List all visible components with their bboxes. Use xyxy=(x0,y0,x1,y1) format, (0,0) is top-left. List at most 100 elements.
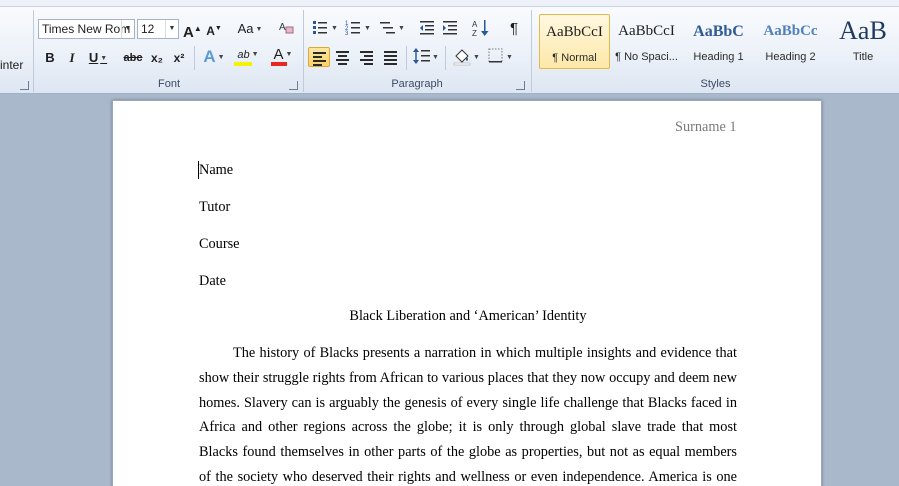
document-title[interactable]: Black Liberation and ‘American’ Identity xyxy=(113,308,823,325)
styles-group-label: Styles xyxy=(700,78,731,90)
italic-button[interactable]: I xyxy=(62,47,82,69)
font-name-combo[interactable]: Times New Rom ▼ xyxy=(38,19,135,39)
subscript-button[interactable]: x₂ xyxy=(147,47,167,69)
align-center-button[interactable] xyxy=(332,47,354,67)
paragraph-line[interactable]: Africa and other regions across the glob… xyxy=(199,419,737,436)
style-title[interactable]: AaB Title xyxy=(827,14,899,69)
shading-button[interactable]: ▼ xyxy=(452,46,482,68)
sort-icon: AZ xyxy=(472,20,489,38)
clear-formatting-button[interactable]: A xyxy=(275,18,297,40)
svg-text:A: A xyxy=(279,22,286,33)
strikethrough-button[interactable]: abc xyxy=(121,47,145,69)
font-color-bar xyxy=(271,62,287,66)
paragraph-line[interactable]: show their struggle rights from African … xyxy=(199,370,737,387)
increase-indent-icon xyxy=(443,21,457,35)
align-left-button[interactable] xyxy=(308,47,330,67)
paragraph-line[interactable]: of the society who deserved their rights… xyxy=(199,469,737,486)
underline-button[interactable]: U ▼ xyxy=(85,47,111,69)
decrease-indent-icon xyxy=(420,21,434,35)
format-painter-label[interactable]: inter xyxy=(0,58,23,72)
style-sample: AaBbCcI xyxy=(546,24,603,40)
style-normal[interactable]: AaBbCcI ¶ Normal xyxy=(539,14,610,69)
svg-text:Z: Z xyxy=(472,29,477,38)
svg-text:▼: ▼ xyxy=(331,25,338,32)
style-name: Heading 2 xyxy=(765,51,816,63)
date-line[interactable]: Date xyxy=(199,273,226,290)
font-group-label: Font xyxy=(157,78,180,90)
svg-text:▼: ▼ xyxy=(364,25,371,32)
superscript-button[interactable]: x² xyxy=(169,47,189,69)
font-size-value: 12 xyxy=(141,22,155,36)
svg-text:▼: ▼ xyxy=(398,25,405,32)
underline-label: U xyxy=(88,50,99,65)
clear-formatting-icon: A xyxy=(279,22,294,34)
highlight-color-bar xyxy=(234,62,252,66)
bullets-icon: ▼ xyxy=(313,21,338,34)
page-header[interactable]: Surname 1 xyxy=(675,119,737,136)
paragraph-group-label: Paragraph xyxy=(391,78,443,90)
font-color-button[interactable]: A ▼ xyxy=(268,44,298,66)
font-dialog-launcher-icon[interactable] xyxy=(289,81,298,90)
document-page[interactable]: Surname 1 Name Tutor Course Date Black L… xyxy=(112,100,822,486)
tutor-line[interactable]: Tutor xyxy=(199,199,230,216)
svg-text:3: 3 xyxy=(345,31,349,36)
svg-text:▼: ▼ xyxy=(473,54,480,61)
bold-button[interactable]: B xyxy=(40,47,60,69)
divider xyxy=(194,46,195,70)
align-right-button[interactable] xyxy=(356,47,378,67)
text-effects-button[interactable]: A ▼ xyxy=(200,46,228,68)
style-sample: AaBbCcI xyxy=(618,23,675,39)
style-sample: AaBbCc xyxy=(763,23,818,39)
show-formatting-button[interactable]: ¶ xyxy=(504,18,524,40)
style-name: Heading 1 xyxy=(693,51,744,63)
font-color-label: A xyxy=(273,46,284,63)
highlight-button[interactable]: ab ▼ xyxy=(232,44,264,66)
font-size-combo[interactable]: 12 ▼ xyxy=(137,19,179,39)
divider xyxy=(445,46,446,70)
multilevel-list-button[interactable]: ▼ xyxy=(377,18,407,40)
grow-font-button[interactable]: A▲ xyxy=(183,18,202,41)
numbering-icon: 1 2 3 ▼ xyxy=(345,21,371,37)
style-heading-2[interactable]: AaBbCc Heading 2 xyxy=(755,14,826,69)
ribbon-top-strip xyxy=(0,0,899,7)
decrease-indent-button[interactable] xyxy=(417,18,437,40)
line-spacing-button[interactable]: ▼ xyxy=(412,46,440,68)
ribbon: inter Times New Rom ▼ 12 ▼ A▲ A▼ Aa ▼ A B… xyxy=(0,0,899,94)
grow-font-label: A xyxy=(183,24,194,41)
change-case-label: Aa xyxy=(237,21,254,36)
bullets-button[interactable]: ▼ xyxy=(310,18,340,40)
style-name: ¶ Normal xyxy=(552,52,597,64)
line-spacing-icon: ▼ xyxy=(413,48,439,64)
chevron-down-icon[interactable]: ▼ xyxy=(165,20,178,38)
change-case-button[interactable]: Aa ▼ xyxy=(235,18,265,40)
shrink-font-label: A xyxy=(206,24,215,38)
svg-text:A: A xyxy=(472,20,478,29)
divider xyxy=(406,46,407,70)
multilevel-list-icon: ▼ xyxy=(380,22,405,34)
style-sample: AaBbC xyxy=(693,23,744,40)
style-name: Title xyxy=(852,51,874,63)
paragraph-line[interactable]: The history of Blacks presents a narrati… xyxy=(233,345,737,362)
justify-button[interactable] xyxy=(380,47,402,67)
shrink-font-button[interactable]: A▼ xyxy=(205,18,223,40)
font-name-value: Times New Rom xyxy=(42,22,131,36)
style-sample: AaB xyxy=(839,16,887,45)
student-name-line[interactable]: Name xyxy=(199,162,233,179)
numbering-button[interactable]: 1 2 3 ▼ xyxy=(343,18,373,40)
sort-button[interactable]: AZ xyxy=(470,18,492,40)
increase-indent-button[interactable] xyxy=(440,18,460,40)
paragraph-line[interactable]: Blacks found themselves in other parts o… xyxy=(199,444,737,461)
svg-text:▼: ▼ xyxy=(506,54,513,61)
course-line[interactable]: Course xyxy=(199,236,240,253)
style-name: ¶ No Spaci... xyxy=(615,51,678,63)
paragraph-line[interactable]: homes. Slavery can is arguably the genes… xyxy=(199,395,737,412)
paragraph-dialog-launcher-icon[interactable] xyxy=(516,81,525,90)
clipboard-dialog-launcher-icon[interactable] xyxy=(20,81,29,90)
borders-button[interactable]: ▼ xyxy=(486,46,516,68)
style-no-spacing[interactable]: AaBbCcI ¶ No Spaci... xyxy=(611,14,682,69)
text-effects-label: A xyxy=(203,47,216,66)
highlight-label: ab xyxy=(237,49,250,61)
chevron-down-icon[interactable]: ▼ xyxy=(121,20,134,38)
style-heading-1[interactable]: AaBbC Heading 1 xyxy=(683,14,754,69)
svg-text:▼: ▼ xyxy=(432,54,439,61)
